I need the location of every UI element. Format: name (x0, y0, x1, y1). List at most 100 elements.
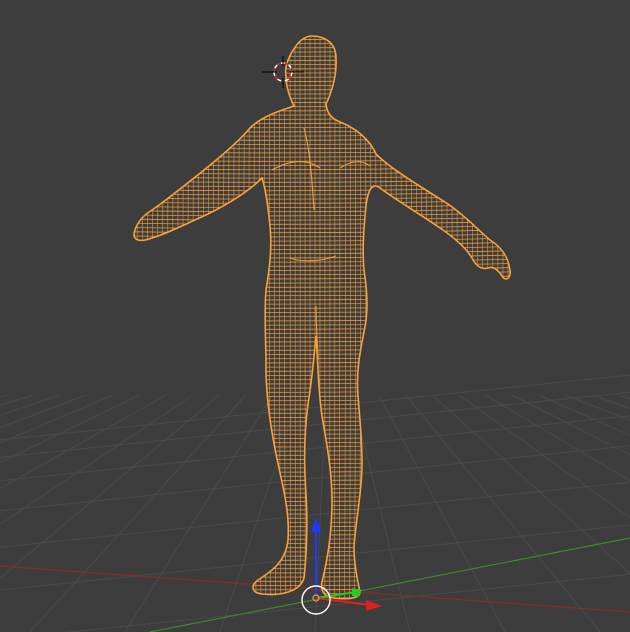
grid-line-h (0, 374, 630, 441)
mesh-edge-vertical (422, 36, 428, 599)
grid-line-h (0, 415, 630, 482)
mesh-edge-vertical (202, 36, 208, 599)
mesh-edge-loop (134, 456, 511, 460)
mesh-edge-vertical (402, 36, 407, 599)
mesh-edge-vertical (373, 36, 377, 599)
mesh-edge-vertical (134, 36, 139, 599)
mesh-edge-loop (134, 561, 511, 565)
mesh-edge-vertical (141, 36, 149, 599)
mesh-edge-vertical (223, 36, 228, 599)
mesh-edge-loop (134, 582, 511, 586)
mesh-edge-vertical (233, 36, 237, 599)
grid-line-v (0, 394, 87, 429)
grid-line-v (0, 394, 167, 490)
mesh-edge-loop (134, 573, 511, 578)
mesh-edge-loop (134, 430, 511, 435)
y-axis-line (149, 537, 630, 632)
mesh-edge-loop (134, 502, 511, 507)
grid-line-v (538, 394, 630, 436)
mesh-edge-loop (134, 435, 511, 439)
mesh-edge-vertical (461, 36, 468, 599)
mesh-edge-vertical (284, 36, 286, 599)
mesh-edge-vertical (476, 36, 483, 599)
mesh-edge-vertical (248, 36, 252, 599)
mesh-edge-vertical (268, 36, 272, 599)
mesh-edge-loop (134, 468, 511, 473)
mesh-edge-loop (134, 548, 511, 553)
mesh-edge-vertical (147, 36, 154, 599)
mesh-edge-loop (134, 443, 511, 448)
gizmo-x-arrow-icon[interactable] (366, 600, 382, 611)
mesh-edge-vertical (197, 36, 203, 599)
mesh-edge-vertical (383, 36, 387, 599)
mesh-edge-vertical (213, 36, 218, 599)
mesh-edge-loop (134, 447, 511, 452)
mesh-edge-vertical (451, 36, 458, 599)
mesh-edge-loop (120, 28, 520, 31)
grid-line-v (405, 394, 601, 632)
mesh-edge-vertical (329, 36, 331, 599)
grid-line-h (0, 445, 630, 512)
mesh-edge-loop (134, 565, 511, 570)
mesh-edge-loop (134, 493, 511, 498)
mesh-edge-vertical (407, 36, 412, 599)
mesh-edge-vertical (466, 36, 473, 599)
mesh-edge-vertical (495, 36, 504, 599)
mesh-edge-vertical (378, 36, 382, 599)
mesh-edge-vertical (172, 36, 179, 599)
mesh-edge-vertical (368, 36, 372, 599)
mesh-edge-vertical (456, 36, 463, 599)
mesh-edge-loop (134, 414, 511, 418)
mesh-edge-vertical (412, 36, 417, 599)
mesh-edge-vertical (358, 36, 362, 599)
mesh-edge-vertical (471, 36, 478, 599)
mesh-edge-vertical (162, 36, 169, 599)
mesh-edge-vertical (157, 36, 164, 599)
mesh-edge-loop (134, 451, 511, 456)
mesh-edge-vertical (136, 36, 144, 599)
3d-viewport[interactable] (0, 0, 630, 632)
mesh-edge-vertical (177, 36, 184, 599)
mesh-edge-vertical (432, 36, 438, 599)
mesh-edge-vertical (207, 36, 213, 599)
mesh-edge-loop (134, 472, 511, 477)
mesh-edge-vertical (491, 36, 499, 599)
mesh-edge-vertical (486, 36, 494, 599)
mesh-edge-vertical (182, 36, 188, 599)
mesh-edge-vertical (437, 36, 443, 599)
gizmo-y-arrow-icon[interactable] (352, 588, 362, 597)
mesh-edge-loop (134, 481, 511, 486)
mesh-edge-loop (134, 409, 511, 414)
grid-line-v (0, 394, 7, 398)
mesh-edge-vertical (167, 36, 174, 599)
mesh-edge-vertical (279, 36, 282, 599)
viewport-canvas[interactable] (0, 0, 630, 632)
mesh-edge-vertical (481, 36, 489, 599)
mesh-edge-loop (134, 556, 511, 561)
mesh-edge-vertical (152, 36, 159, 599)
mesh-edge-vertical (228, 36, 233, 599)
grid-line-v (0, 394, 220, 579)
grid-line-v (0, 394, 140, 464)
mesh-edge-vertical (253, 36, 257, 599)
mesh-edge-vertical (417, 36, 423, 599)
mesh-edge-loop (134, 439, 511, 444)
mesh-edge-loop (134, 485, 511, 490)
mesh-edge-loop (134, 535, 511, 540)
grid-line-v (485, 394, 630, 482)
mesh-edge-loop (134, 506, 511, 511)
grid-line-v (29, 394, 247, 632)
mesh-edge-vertical (218, 36, 223, 599)
gizmo-y-axis[interactable] (315, 591, 357, 599)
mesh-edge-vertical (446, 36, 453, 599)
mesh-edge-vertical (258, 36, 262, 599)
mesh-edge-vertical (511, 25, 518, 610)
mesh-edge-vertical (500, 36, 509, 599)
grid-line-v (431, 394, 630, 575)
grid-line-v (124, 394, 274, 632)
mesh-edge-vertical (393, 36, 397, 599)
mesh-edge-vertical (122, 25, 129, 610)
mesh-edge-vertical (397, 36, 402, 599)
mesh-edge-loop (120, 32, 520, 35)
mesh-edge-vertical (388, 36, 392, 599)
